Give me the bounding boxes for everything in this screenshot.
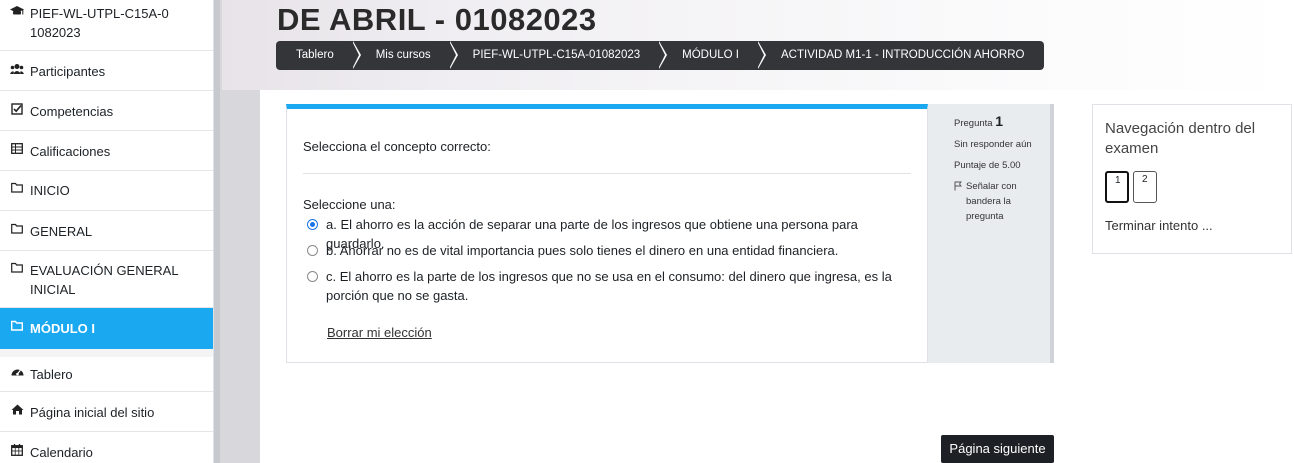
- table-icon: [10, 143, 24, 154]
- breadcrumb-item-module[interactable]: MÓDULO I: [660, 41, 766, 70]
- sidebar-item-label: Calificaciones: [30, 144, 111, 159]
- question-label: Pregunta: [954, 118, 993, 129]
- main-content: Selecciona el concepto correcto: Selecci…: [260, 90, 1294, 463]
- folder-icon: [10, 182, 24, 193]
- sidebar-item-label: INICIO: [30, 183, 70, 198]
- sidebar-item-participants[interactable]: Participantes: [0, 51, 213, 91]
- breadcrumb-item-course[interactable]: PIEF-WL-UTPL-C15A-01082023: [451, 41, 668, 70]
- flag-question-toggle[interactable]: Señalar con bandera la pregunta: [954, 179, 1040, 224]
- sidebar-item-inicio[interactable]: INICIO: [0, 171, 213, 211]
- page-title: DE ABRIL - 01082023: [277, 2, 597, 37]
- sidebar-item-label: Competencias: [30, 104, 114, 119]
- sidebar-item-label: PIEF-WL-UTPL-C15A-01082023: [30, 6, 169, 40]
- sidebar-item-label: EVALUACIÓN GENERAL INICIAL: [30, 263, 179, 297]
- quiz-nav-question-2[interactable]: 2: [1133, 171, 1157, 203]
- flag-icon: [954, 181, 962, 224]
- calendar-icon: [10, 444, 24, 456]
- sidebar-item-course[interactable]: PIEF-WL-UTPL-C15A-01082023: [0, 0, 213, 51]
- quiz-navigation-block: Navegación dentro del examen 1 2 Termina…: [1092, 104, 1292, 254]
- answer-option-text: b. Ahorrar no es de vital importancia pu…: [326, 243, 839, 258]
- radio-button[interactable]: [307, 271, 318, 282]
- answer-option-c[interactable]: c. El ahorro es la parte de los ingresos…: [307, 267, 901, 305]
- quiz-nav-question-1[interactable]: 1: [1105, 171, 1129, 203]
- sidebar-item-home[interactable]: Página inicial del sitio: [0, 392, 213, 432]
- course-sidebar: PIEF-WL-UTPL-C15A-01082023 Participantes…: [0, 0, 214, 463]
- flag-question-label: Señalar con bandera la pregunta: [966, 181, 1017, 222]
- folder-icon: [10, 320, 24, 331]
- sidebar-item-label: Calendario: [30, 445, 93, 460]
- breadcrumb-item-my-courses[interactable]: Mis cursos: [354, 41, 458, 70]
- question-card: Selecciona el concepto correcto: Selecci…: [286, 104, 928, 363]
- radio-button-selected[interactable]: [307, 219, 318, 230]
- graduation-cap-icon: [10, 5, 24, 17]
- breadcrumb-item-dashboard[interactable]: Tablero: [276, 41, 361, 70]
- clear-choice-link[interactable]: Borrar mi elección: [327, 325, 432, 340]
- users-icon: [10, 63, 24, 75]
- sidebar-item-label: GENERAL: [30, 224, 93, 239]
- answer-option-text: c. El ahorro es la parte de los ingresos…: [326, 269, 892, 303]
- sidebar-item-label: MÓDULO I: [30, 321, 95, 336]
- page-header: DE ABRIL - 01082023 Tablero Mis cursos P…: [222, 0, 1294, 90]
- sidebar-item-modulo-i[interactable]: MÓDULO I: [0, 308, 213, 349]
- question-number-value: 1: [995, 113, 1003, 129]
- quiz-navigation-title: Navegación dentro del examen: [1105, 120, 1256, 157]
- question-info-panel: Pregunta 1 Sin responder aún Puntaje de …: [928, 104, 1054, 363]
- home-icon: [10, 404, 24, 415]
- finish-attempt-link[interactable]: Terminar intento ...: [1105, 218, 1213, 233]
- breadcrumb: Tablero Mis cursos PIEF-WL-UTPL-C15A-010…: [276, 41, 1045, 70]
- sidebar-item-competencies[interactable]: Competencias: [0, 91, 213, 131]
- question-prompt: Selecciona el concepto correcto:: [303, 139, 491, 154]
- sidebar-item-grades[interactable]: Calificaciones: [0, 131, 213, 171]
- question-divider: [303, 173, 911, 174]
- select-one-label: Seleccione una:: [303, 197, 396, 212]
- sidebar-item-dashboard[interactable]: Tablero: [0, 349, 213, 392]
- sidebar-item-label: Participantes: [30, 64, 106, 79]
- sidebar-item-evaluacion[interactable]: EVALUACIÓN GENERAL INICIAL: [0, 251, 213, 308]
- sidebar-item-label: Página inicial del sitio: [30, 405, 155, 420]
- answer-option-b[interactable]: b. Ahorrar no es de vital importancia pu…: [307, 241, 901, 260]
- folder-icon: [10, 223, 24, 234]
- sidebar-item-calendar[interactable]: Calendario: [0, 432, 213, 463]
- question-score: Puntaje de 5.00: [954, 160, 1021, 171]
- quiz-navigation-buttons: 1 2: [1105, 171, 1279, 203]
- question-status: Sin responder aún: [954, 139, 1032, 150]
- radio-button[interactable]: [307, 245, 318, 256]
- folder-icon: [10, 262, 24, 273]
- next-page-button[interactable]: Página siguiente: [941, 435, 1054, 463]
- sidebar-item-general[interactable]: GENERAL: [0, 211, 213, 251]
- breadcrumb-item-activity[interactable]: ACTIVIDAD M1-1 - INTRODUCCIÓN AHORRO: [759, 41, 1044, 70]
- question-number: Pregunta 1: [954, 114, 1040, 131]
- sidebar-item-label: Tablero: [30, 367, 73, 382]
- check-square-icon: [10, 103, 24, 115]
- dashboard-icon: [10, 366, 24, 377]
